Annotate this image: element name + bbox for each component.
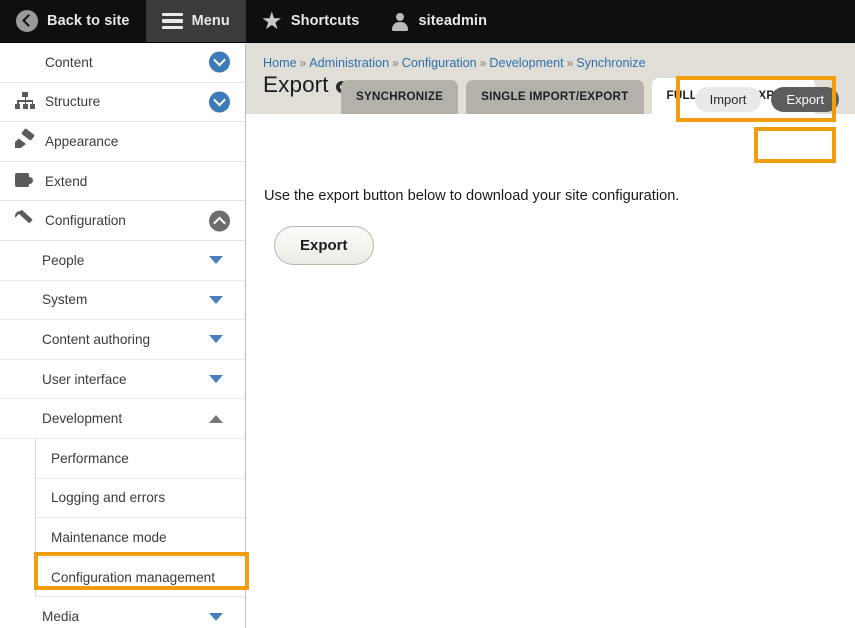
breadcrumb-link-configuration[interactable]: Configuration [402, 56, 477, 70]
tab-single-import-export[interactable]: SINGLE IMPORT/EXPORT [466, 80, 644, 114]
content-body: Use the export button below to download … [246, 114, 855, 265]
sidebar-label-maintenance-mode: Maintenance mode [51, 529, 167, 545]
chevron-down-icon-people[interactable] [209, 256, 223, 265]
sidebar-label-media: Media [42, 609, 80, 625]
sidebar-item-people[interactable]: People [0, 241, 245, 281]
sidebar-item-configuration-management[interactable]: Configuration management [36, 557, 245, 598]
breadcrumb-link-administration[interactable]: Administration [309, 56, 389, 70]
sidebar-label-people: People [42, 252, 85, 268]
toolbar-item-back-to-site[interactable]: Back to site [0, 0, 146, 42]
paintbrush-icon [15, 131, 35, 151]
secondary-tabs: Import Export [694, 87, 839, 112]
structure-icon [15, 91, 35, 112]
breadcrumb-separator: » [566, 56, 574, 70]
page-title: Export [263, 72, 329, 97]
sidebar-label-user-interface: User interface [42, 371, 127, 387]
puzzle-icon [15, 171, 35, 191]
chevron-down-icon-structure[interactable] [209, 91, 230, 113]
breadcrumb-link-synchronize[interactable]: Synchronize [576, 56, 645, 70]
toolbar-item-shortcuts[interactable]: ★ Shortcuts [246, 0, 376, 42]
toolbar-item-menu[interactable]: Menu [145, 0, 246, 42]
export-button[interactable]: Export [274, 226, 374, 265]
subtab-import[interactable]: Import [694, 87, 762, 112]
sidebar-label-logging-and-errors: Logging and errors [51, 490, 166, 506]
toolbar-label-siteadmin: siteadmin [418, 13, 488, 29]
subtab-export[interactable]: Export [771, 87, 839, 112]
export-description: Use the export button below to download … [264, 188, 680, 204]
sidebar-label-system: System [42, 292, 88, 308]
sidebar-item-configuration[interactable]: Configuration [0, 201, 245, 241]
chevron-down-icon-user-interface[interactable] [209, 375, 223, 384]
admin-sidebar-menu: Content Structure Appearance Extend Conf… [0, 43, 246, 628]
sidebar-item-content-authoring[interactable]: Content authoring [0, 320, 245, 360]
admin-toolbar: Back to site Menu ★ Shortcuts siteadmin [0, 0, 855, 43]
chevron-down-icon-media[interactable] [209, 612, 223, 621]
back-arrow-icon [16, 10, 38, 32]
chevron-down-icon-content-authoring[interactable] [209, 335, 223, 344]
chevron-down-icon-content[interactable] [209, 51, 230, 73]
sidebar-item-structure[interactable]: Structure [0, 83, 245, 123]
sidebar-item-user-interface[interactable]: User interface [0, 360, 245, 400]
sidebar-label-appearance: Appearance [45, 133, 119, 149]
sidebar-item-extend[interactable]: Extend [0, 162, 245, 202]
tab-synchronize[interactable]: SYNCHRONIZE [341, 80, 459, 114]
sidebar-item-performance[interactable]: Performance [36, 438, 245, 479]
document-icon [15, 52, 35, 72]
main-content-region: Home» Administration» Configuration» Develo… [246, 43, 855, 628]
sidebar-item-content[interactable]: Content [0, 43, 245, 83]
sidebar-item-maintenance-mode[interactable]: Maintenance mode [36, 518, 245, 558]
sidebar-item-logging-and-errors[interactable]: Logging and errors [36, 478, 245, 519]
star-icon: ★ [262, 9, 282, 33]
sidebar-label-content-authoring: Content authoring [42, 331, 151, 347]
breadcrumb-separator: » [392, 56, 399, 70]
chevron-up-icon-configuration[interactable] [209, 210, 230, 232]
toolbar-item-siteadmin[interactable]: siteadmin [375, 0, 503, 42]
toolbar-label-back-to-site: Back to site [47, 13, 130, 29]
breadcrumb-link-development[interactable]: Development [489, 56, 563, 70]
breadcrumb-separator: » [299, 56, 307, 70]
breadcrumb-separator: » [479, 56, 487, 70]
hamburger-icon [161, 12, 183, 30]
sidebar-label-configuration: Configuration [45, 213, 126, 229]
sidebar-item-development[interactable]: Development [0, 399, 245, 439]
chevron-down-icon-system[interactable] [209, 295, 223, 304]
chevron-up-icon-development[interactable] [209, 414, 223, 423]
sidebar-label-performance: Performance [51, 450, 129, 466]
sidebar-label-development: Development [42, 411, 123, 427]
sidebar-label-configuration-management: Configuration management [51, 569, 215, 585]
sidebar-item-system[interactable]: System [0, 281, 245, 321]
user-icon [391, 12, 409, 31]
sidebar-label-extend: Extend [45, 173, 88, 189]
sidebar-item-media[interactable]: Media [0, 597, 245, 628]
breadcrumb-link-home[interactable]: Home [263, 56, 297, 70]
toolbar-label-menu: Menu [191, 13, 230, 29]
breadcrumb: Home» Administration» Configuration» Develo… [263, 56, 855, 70]
toolbar-label-shortcuts: Shortcuts [290, 13, 360, 29]
sidebar-item-appearance[interactable]: Appearance [0, 122, 245, 162]
sidebar-label-content: Content [45, 54, 93, 70]
wrench-icon [15, 211, 35, 231]
sidebar-label-structure: Structure [45, 94, 101, 110]
development-submenu: Performance Logging and errors Maintenan… [35, 438, 245, 598]
